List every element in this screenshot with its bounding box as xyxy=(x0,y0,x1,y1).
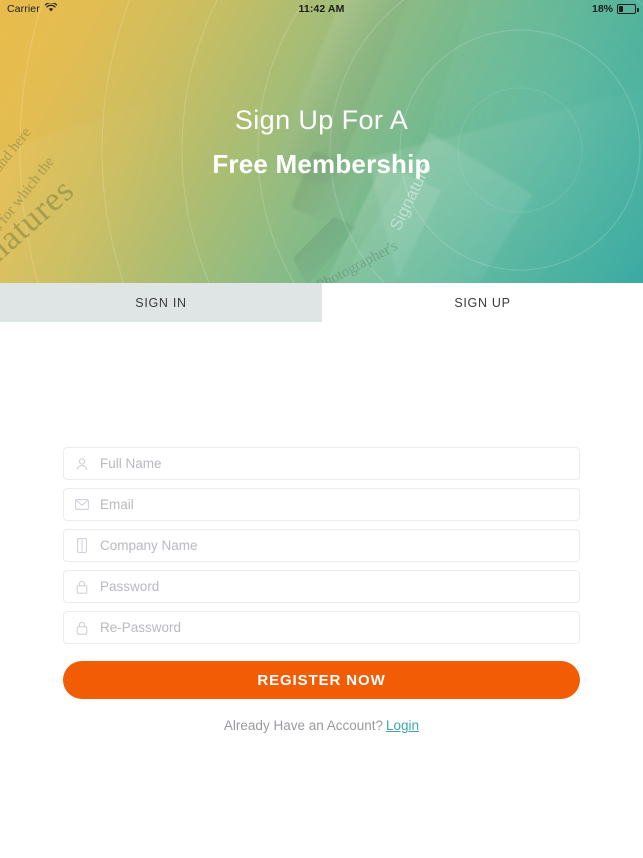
field-email[interactable] xyxy=(63,488,580,521)
battery-fill xyxy=(619,6,623,12)
login-prompt-text: Already Have an Account? xyxy=(223,718,384,733)
battery-low-icon xyxy=(617,4,639,14)
auth-tab-bar: SIGN IN SIGN UP xyxy=(0,283,643,322)
hero-header: phs , and here phs for which the natures… xyxy=(0,0,643,283)
re-password-input[interactable] xyxy=(100,620,579,635)
field-re-password[interactable] xyxy=(63,611,580,644)
user-icon xyxy=(64,457,100,471)
full-name-input[interactable] xyxy=(100,456,579,471)
building-icon xyxy=(64,538,100,553)
email-input[interactable] xyxy=(100,497,579,512)
hero-title-line2: Free Membership xyxy=(212,149,431,179)
login-link[interactable]: Login xyxy=(386,718,419,733)
field-company-name[interactable] xyxy=(63,529,580,562)
tab-sign-up[interactable]: SIGN UP xyxy=(322,283,643,322)
login-prompt: Already Have an Account? Login xyxy=(0,718,643,733)
lock-icon xyxy=(64,621,100,635)
register-now-button[interactable]: REGISTER NOW xyxy=(63,661,580,699)
tab-sign-in-label: SIGN IN xyxy=(135,295,187,310)
hero-title-line1: Sign Up For A xyxy=(234,105,409,135)
company-name-input[interactable] xyxy=(100,538,579,553)
password-input[interactable] xyxy=(100,579,579,594)
mail-icon xyxy=(64,499,100,510)
status-bar-time: 11:42 AM xyxy=(298,3,345,15)
field-full-name[interactable] xyxy=(63,447,580,480)
signup-form xyxy=(63,447,580,652)
tab-sign-in[interactable]: SIGN IN xyxy=(0,283,322,322)
hero-title-block: Sign Up For A Free Membership xyxy=(0,103,643,181)
field-password[interactable] xyxy=(63,570,580,603)
signup-screen: phs , and here phs for which the natures… xyxy=(0,0,643,858)
status-bar: Carrier 11:42 AM 18% xyxy=(0,0,643,18)
tab-sign-up-label: SIGN UP xyxy=(454,295,511,310)
lock-icon xyxy=(64,580,100,594)
